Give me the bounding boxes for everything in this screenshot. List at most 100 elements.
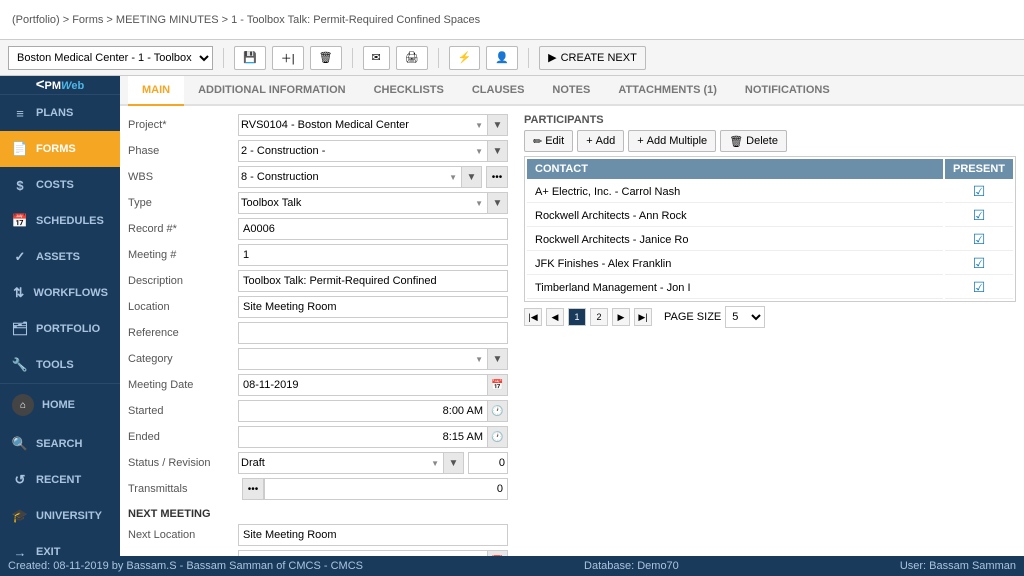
- participants-row: Timberland Management - Jon I ☑: [527, 277, 1013, 299]
- pag-prev-btn[interactable]: ◀: [546, 308, 564, 326]
- participants-row: Rockwell Architects - Janice Ro ☑: [527, 229, 1013, 251]
- tab-checklists[interactable]: CHECKLISTS: [360, 76, 458, 106]
- ended-input[interactable]: [238, 426, 488, 448]
- status-field[interactable]: Draft: [238, 452, 444, 474]
- pag-next-btn[interactable]: ▶: [612, 308, 630, 326]
- transmittals-input[interactable]: [264, 478, 508, 500]
- present-check[interactable]: ☑: [973, 279, 986, 295]
- sidebar-label-search: SEARCH: [36, 438, 82, 450]
- category-field[interactable]: [238, 348, 488, 370]
- tab-main[interactable]: MAIN: [128, 76, 184, 106]
- wbs-dropdown-btn[interactable]: ▼: [462, 166, 482, 188]
- col-contact: CONTACT: [527, 159, 943, 179]
- user-button[interactable]: 👤: [486, 46, 518, 70]
- contact-cell: A+ Electric, Inc. - Carrol Nash: [527, 181, 943, 203]
- divider-3: [438, 48, 439, 68]
- sidebar-item-schedules[interactable]: 📅 SCHEDULES: [0, 203, 120, 239]
- wbs-more-btn[interactable]: •••: [486, 166, 508, 188]
- wbs-field[interactable]: 8 - Construction: [238, 166, 462, 188]
- email-button[interactable]: ✉: [363, 46, 390, 70]
- type-label: Type: [128, 197, 238, 209]
- sidebar-item-plans[interactable]: ≡ PLANS: [0, 95, 120, 131]
- form-fields: Project* RVS0104 - Boston Medical Center…: [128, 114, 508, 556]
- sidebar-item-costs[interactable]: $ COSTS: [0, 167, 120, 203]
- participants-add-btn[interactable]: + Add: [577, 130, 624, 152]
- sidebar-item-search[interactable]: 🔍 SEARCH: [0, 426, 120, 462]
- sidebar-item-tools[interactable]: 🔧 TOOLS: [0, 347, 120, 383]
- status-label: Status / Revision: [128, 457, 238, 469]
- sidebar-label-costs: COSTS: [36, 179, 74, 191]
- participants-add-multiple-btn[interactable]: + Add Multiple: [628, 130, 716, 152]
- add-button[interactable]: ＋|: [272, 46, 304, 70]
- pag-last-btn[interactable]: ▶|: [634, 308, 652, 326]
- sidebar-item-forms[interactable]: 📄 FORMS: [0, 131, 120, 167]
- started-input[interactable]: [238, 400, 488, 422]
- transmittals-more-btn[interactable]: •••: [242, 478, 264, 500]
- transmittals-label: Transmittals: [128, 483, 238, 495]
- tab-additional[interactable]: ADDITIONAL INFORMATION: [184, 76, 359, 106]
- location-input[interactable]: [238, 296, 508, 318]
- sidebar-label-home: HOME: [42, 399, 75, 411]
- ended-time-btn[interactable]: 🕐: [488, 426, 508, 448]
- save-button[interactable]: 💾: [234, 46, 266, 70]
- tab-clauses[interactable]: CLAUSES: [458, 76, 539, 106]
- sidebar-item-portfolio[interactable]: 🗂 PORTFOLIO: [0, 311, 120, 347]
- delete-button[interactable]: 🗑: [310, 46, 342, 70]
- reference-label: Reference: [128, 327, 238, 339]
- status-dropdown-btn[interactable]: ▼: [444, 452, 464, 474]
- reference-input[interactable]: [238, 322, 508, 344]
- revision-input[interactable]: [468, 452, 508, 474]
- page-size-select[interactable]: 5: [725, 306, 765, 328]
- present-check[interactable]: ☑: [973, 231, 986, 247]
- next-meeting-title: NEXT MEETING: [128, 508, 508, 520]
- participants-edit-btn[interactable]: ✏ Edit: [524, 130, 573, 152]
- participants-toolbar: ✏ Edit + Add + Add Multiple 🗑: [524, 130, 1016, 152]
- record-input[interactable]: A0006: [238, 218, 508, 240]
- meeting-date-input[interactable]: [238, 374, 488, 396]
- participants-table: CONTACT PRESENT A+ Electric, Inc. - Carr…: [524, 156, 1016, 302]
- participants-delete-btn[interactable]: 🗑 Delete: [720, 130, 787, 152]
- tab-notifications[interactable]: NOTIFICATIONS: [731, 76, 844, 106]
- sidebar-item-assets[interactable]: ✓ ASSETS: [0, 239, 120, 275]
- sidebar-label-university: UNIVERSITY: [36, 510, 102, 522]
- type-value: Toolbox Talk: [241, 197, 301, 209]
- category-dropdown-btn[interactable]: ▼: [488, 348, 508, 370]
- present-check[interactable]: ☑: [973, 183, 986, 199]
- meeting-input[interactable]: 1: [238, 244, 508, 266]
- tab-notes[interactable]: NOTES: [538, 76, 604, 106]
- pag-page2-btn[interactable]: 2: [590, 308, 608, 326]
- present-check[interactable]: ☑: [973, 207, 986, 223]
- delete-icon: 🗑: [729, 135, 743, 148]
- create-next-button[interactable]: ▶ CREATE NEXT: [539, 46, 646, 70]
- sidebar-item-university[interactable]: 🎓 UNIVERSITY: [0, 498, 120, 534]
- sidebar-item-workflows[interactable]: ⇅ WORKFLOWS: [0, 275, 120, 311]
- portfolio-icon: 🗂: [12, 321, 28, 337]
- present-check[interactable]: ☑: [973, 255, 986, 271]
- exit-icon: →: [12, 544, 28, 556]
- lightning-button[interactable]: ⚡: [449, 46, 481, 70]
- project-dropdown-btn[interactable]: ▼: [488, 114, 508, 136]
- phase-label: Phase: [128, 145, 238, 157]
- record-label: Record #*: [128, 223, 238, 235]
- project-field[interactable]: RVS0104 - Boston Medical Center: [238, 114, 488, 136]
- phase-field[interactable]: 2 - Construction -: [238, 140, 488, 162]
- pag-page1-btn[interactable]: 1: [568, 308, 586, 326]
- next-location-input[interactable]: [238, 524, 508, 546]
- status-bar: Created: 08-11-2019 by Bassam.S - Bassam…: [0, 556, 1024, 576]
- sidebar-item-exit[interactable]: → EXIT: [0, 534, 120, 556]
- phase-dropdown-btn[interactable]: ▼: [488, 140, 508, 162]
- print-button[interactable]: 🖨: [396, 46, 428, 70]
- database-info: Database: Demo70: [584, 560, 679, 572]
- type-dropdown-btn[interactable]: ▼: [488, 192, 508, 214]
- project-selector[interactable]: Boston Medical Center - 1 - Toolbox: [8, 46, 213, 70]
- status-value: Draft: [241, 457, 265, 469]
- sidebar-item-home[interactable]: ⌂ HOME: [0, 383, 120, 426]
- sidebar-item-recent[interactable]: ↺ RECENT: [0, 462, 120, 498]
- sidebar-label-tools: TOOLS: [36, 359, 74, 371]
- started-time-btn[interactable]: 🕐: [488, 400, 508, 422]
- meeting-date-cal-btn[interactable]: 📅: [488, 374, 508, 396]
- type-field[interactable]: Toolbox Talk: [238, 192, 488, 214]
- tab-attachments[interactable]: ATTACHMENTS (1): [604, 76, 731, 106]
- pag-first-btn[interactable]: |◀: [524, 308, 542, 326]
- description-input[interactable]: [238, 270, 508, 292]
